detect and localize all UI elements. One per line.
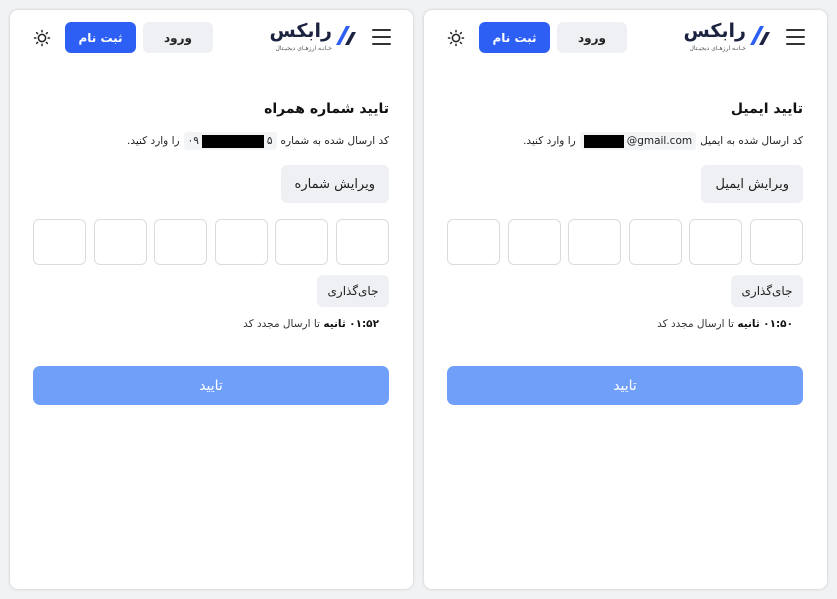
signup-button[interactable]: ثبت نام xyxy=(479,22,550,53)
countdown-timer: ۰۱:۵۲ xyxy=(349,318,379,330)
masked-phone-number: ۰۹ ۵ xyxy=(183,132,277,150)
header: ثبت نام ورود رابکس خـانـه ارزهـای دیجیـت… xyxy=(424,10,827,66)
otp-digit-input[interactable] xyxy=(214,219,268,265)
confirm-button[interactable]: تایید xyxy=(33,366,389,405)
otp-input-group xyxy=(447,219,803,265)
otp-digit-input[interactable] xyxy=(154,219,208,265)
logo-mark-icon xyxy=(336,26,356,45)
masked-email-address: @gmail.com xyxy=(579,132,697,150)
phone-prefix: ۰۹ xyxy=(187,135,199,147)
header: ثبت نام ورود رابکس خـانـه ارزهـای دیجیـت… xyxy=(10,10,413,66)
resend-countdown: ۰۱:۵۰ ثانیه تا ارسال مجدد کد xyxy=(657,318,793,330)
otp-digit-input[interactable] xyxy=(447,219,500,265)
logo-tagline: خـانـه ارزهـای دیجیـتال xyxy=(689,45,746,52)
phone-verification-panel: ثبت نام ورود رابکس خـانـه ارزهـای دیجیـت… xyxy=(10,10,413,589)
countdown-text: تا ارسال مجدد کد xyxy=(243,318,320,330)
redaction-bar xyxy=(583,134,624,148)
otp-digit-input[interactable] xyxy=(628,219,682,265)
instruction-before: کد ارسال شده به شماره xyxy=(280,135,389,147)
otp-digit-input[interactable] xyxy=(507,219,561,265)
edit-email-button[interactable]: ویرایش ایمیل xyxy=(701,165,803,203)
logo[interactable]: رابکس خـانـه ارزهـای دیجیـتال xyxy=(263,20,359,54)
otp-digit-input[interactable] xyxy=(93,219,147,265)
paste-button[interactable]: جای‌گذاری xyxy=(731,275,803,307)
email-domain: @gmail.com xyxy=(626,135,693,147)
otp-digit-input[interactable] xyxy=(750,219,803,265)
hamburger-menu-icon[interactable] xyxy=(786,29,805,45)
login-button[interactable]: ورود xyxy=(557,22,627,53)
countdown-unit: ثانیه xyxy=(737,318,760,330)
hamburger-menu-icon[interactable] xyxy=(372,29,391,45)
redaction-bar xyxy=(201,134,264,148)
instruction-after: را وارد کنید. xyxy=(523,135,576,147)
logo-mark-icon xyxy=(750,26,770,45)
phone-suffix: ۵ xyxy=(266,135,273,147)
otp-digit-input[interactable] xyxy=(336,219,389,265)
otp-input-group xyxy=(33,219,389,265)
instruction-text: کد ارسال شده به شماره ۰۹ ۵ را وارد کنید. xyxy=(127,132,389,150)
countdown-text: تا ارسال مجدد کد xyxy=(657,318,734,330)
logo[interactable]: رابکس خـانـه ارزهـای دیجیـتال xyxy=(677,20,773,54)
login-button[interactable]: ورود xyxy=(143,22,213,53)
countdown-timer: ۰۱:۵۰ xyxy=(763,318,793,330)
signup-button[interactable]: ثبت نام xyxy=(65,22,136,53)
sun-icon[interactable] xyxy=(33,29,51,47)
countdown-unit: ثانیه xyxy=(323,318,346,330)
paste-button[interactable]: جای‌گذاری xyxy=(317,275,389,307)
otp-digit-input[interactable] xyxy=(33,219,86,265)
logo-tagline: خـانـه ارزهـای دیجیـتال xyxy=(275,45,332,52)
edit-phone-button[interactable]: ویرایش شماره xyxy=(280,165,389,203)
otp-digit-input[interactable] xyxy=(568,219,622,265)
instruction-after: را وارد کنید. xyxy=(127,135,180,147)
confirm-button[interactable]: تایید xyxy=(447,366,803,405)
page-title: تایید ایمیل xyxy=(730,101,803,117)
instruction-text: کد ارسال شده به ایمیل @gmail.com را وارد… xyxy=(523,132,803,150)
sun-icon[interactable] xyxy=(447,29,465,47)
resend-countdown: ۰۱:۵۲ ثانیه تا ارسال مجدد کد xyxy=(243,318,379,330)
page-title: تایید شماره همراه xyxy=(264,101,389,117)
email-verification-panel: ثبت نام ورود رابکس خـانـه ارزهـای دیجیـت… xyxy=(424,10,827,589)
otp-digit-input[interactable] xyxy=(275,219,329,265)
logo-name: رابکس xyxy=(269,20,333,42)
instruction-before: کد ارسال شده به ایمیل xyxy=(700,135,803,147)
otp-digit-input[interactable] xyxy=(689,219,743,265)
logo-name: رابکس xyxy=(683,20,747,42)
